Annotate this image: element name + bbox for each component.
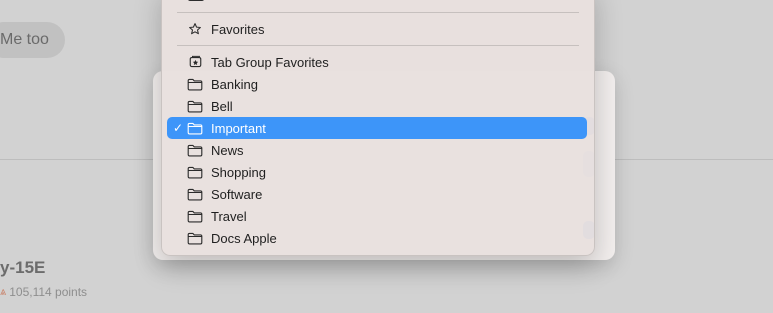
menu-item[interactable]: Shopping xyxy=(167,161,587,183)
menu-item-label: Software xyxy=(211,186,263,202)
menu-item-label: Bell xyxy=(211,98,233,114)
menu-item-label: Shopping xyxy=(211,164,266,180)
menu-item[interactable]: Software xyxy=(167,183,587,205)
menu-item[interactable]: Docs Apple xyxy=(167,227,587,249)
menu-item-favorites[interactable]: Favorites xyxy=(167,18,587,40)
folder-icon xyxy=(187,100,203,113)
folder-icon xyxy=(187,166,203,179)
points-text: 105,114 points xyxy=(9,285,88,299)
folder-icon xyxy=(187,144,203,157)
folder-icon xyxy=(187,210,203,223)
menu-item[interactable]: Banking xyxy=(167,73,587,95)
menu-item[interactable]: Bell xyxy=(167,95,587,117)
menu-item-label: Favorites xyxy=(211,21,265,37)
folder-icon xyxy=(187,78,203,91)
menu-item-label: Banking xyxy=(211,76,258,92)
menu-item[interactable]: ✓ Important xyxy=(167,117,587,139)
folder-icon xyxy=(187,232,203,245)
message-bubble: Me too xyxy=(0,22,65,58)
folder-icon xyxy=(187,122,203,135)
checkmark-icon: ✓ xyxy=(172,121,183,135)
menu-item-label: News xyxy=(211,142,244,158)
username: y-15E xyxy=(0,258,46,277)
menu-item-label: Important xyxy=(211,120,266,136)
menu-item-label: Tab Group Favorites xyxy=(211,54,329,70)
menu-item[interactable]: Tab Group Favorites xyxy=(167,51,587,73)
menu-item-label: Travel xyxy=(211,208,247,224)
menu-item[interactable]: Travel xyxy=(167,205,587,227)
folder-popup-menu: Favorites Tab Group Favorites Banking Bell… xyxy=(161,0,595,256)
trophy-icon: ⩓ xyxy=(0,285,7,298)
star-icon xyxy=(187,23,203,36)
menu-item[interactable]: News xyxy=(167,139,587,161)
menu-item-truncated[interactable] xyxy=(162,0,594,2)
folder-icon xyxy=(188,0,204,1)
tab-group-star-icon xyxy=(187,55,203,69)
points-line: ⩓ 105,114 points xyxy=(0,285,87,299)
menu-item-label: Docs Apple xyxy=(211,230,277,246)
folder-icon xyxy=(187,188,203,201)
menu-separator xyxy=(177,45,579,46)
menu-separator xyxy=(177,12,579,13)
